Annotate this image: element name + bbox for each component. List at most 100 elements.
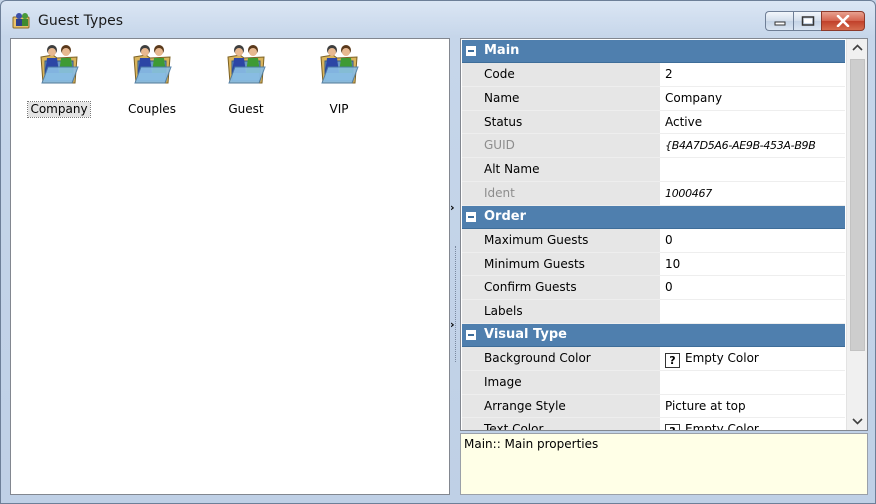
property-row[interactable]: Text Color? Empty Color (462, 418, 845, 430)
property-value-text: Empty Color (685, 422, 759, 430)
property-value[interactable] (661, 370, 845, 394)
property-row[interactable]: GUID {B4A7D5A6-AE9B-453A-B9B (462, 134, 845, 159)
guest-type-label: VIP (329, 102, 349, 116)
maximize-icon (801, 16, 814, 26)
color-picker-icon[interactable]: ? (665, 352, 680, 368)
guest-type-icon (132, 43, 172, 85)
property-row[interactable]: Background Color? Empty Color (462, 346, 845, 371)
property-value[interactable]: Company (661, 86, 845, 110)
scroll-thumb[interactable] (850, 59, 865, 351)
property-value: {B4A7D5A6-AE9B-453A-B9B (661, 134, 845, 158)
minimize-icon (774, 21, 785, 26)
guest-type-label: Company (27, 101, 91, 118)
property-name: GUID (482, 134, 661, 158)
property-value[interactable]: Picture at top (661, 394, 845, 418)
maximize-button[interactable] (793, 11, 821, 31)
property-row[interactable]: Image (462, 370, 845, 395)
category-label: Main (484, 43, 520, 58)
property-value-text: Empty Color (685, 350, 759, 365)
property-name: Alt Name (482, 158, 661, 181)
property-name: Maximum Guests (482, 228, 661, 252)
property-value[interactable]: 10 (661, 252, 845, 276)
guest-type-item[interactable]: Company (24, 43, 94, 118)
splitter-arrow-icon[interactable]: › (450, 201, 458, 215)
property-name: Labels (482, 300, 661, 323)
row-gutter (462, 134, 482, 158)
property-row[interactable]: Maximum Guests 0 (462, 228, 845, 253)
property-name: Arrange Style (482, 394, 661, 418)
property-row[interactable]: Code 2 (462, 63, 845, 87)
property-grid-scrollbar[interactable] (846, 39, 867, 430)
property-row[interactable]: Confirm Guests 0 (462, 276, 845, 301)
color-picker-icon[interactable]: ? (665, 424, 680, 430)
property-name: Status (482, 110, 661, 134)
row-gutter (462, 276, 482, 300)
close-button[interactable] (821, 11, 865, 31)
property-name: Ident (482, 181, 661, 205)
guest-types-window: Guest Types Company Couples Guest VIP › … (0, 0, 876, 504)
property-name: Image (482, 370, 661, 394)
property-row[interactable]: Arrange Style Picture at top (462, 394, 845, 419)
property-grid-rows: Main Code 2 Name Company Status Active GUID {B4A… (462, 40, 845, 430)
property-row[interactable]: Alt Name (462, 158, 845, 182)
minimize-button[interactable] (765, 11, 793, 31)
title-bar[interactable]: Guest Types (1, 1, 875, 37)
property-name: Name (482, 86, 661, 110)
caption-buttons (765, 11, 865, 33)
guest-type-icon (39, 43, 79, 85)
row-gutter (462, 300, 482, 323)
property-value[interactable]: 0 (661, 276, 845, 300)
property-value[interactable]: 0 (661, 228, 845, 252)
category-row[interactable]: Visual Type (462, 323, 845, 347)
row-gutter (462, 63, 482, 86)
row-gutter (462, 181, 482, 205)
splitter-arrow-icon[interactable]: › (450, 318, 458, 332)
property-grid: Main Code 2 Name Company Status Active GUID {B4A… (460, 38, 868, 431)
guest-type-list[interactable]: Company Couples Guest VIP (10, 38, 450, 495)
row-gutter (462, 346, 482, 370)
collapse-icon[interactable] (466, 329, 476, 340)
property-row[interactable]: Ident 1000467 (462, 181, 845, 206)
collapse-icon[interactable] (466, 46, 476, 56)
property-row[interactable]: Minimum Guests 10 (462, 252, 845, 277)
property-value[interactable] (661, 158, 845, 181)
pane-splitter[interactable]: › › (450, 38, 460, 495)
category-label: Visual Type (484, 326, 567, 342)
category-label: Order (484, 208, 526, 224)
row-gutter (462, 228, 482, 252)
property-value[interactable] (661, 300, 845, 323)
guest-type-icon (226, 43, 266, 85)
description-text: Main:: Main properties (464, 437, 599, 451)
scroll-down-button[interactable] (847, 412, 867, 430)
property-value[interactable]: 2 (661, 63, 845, 86)
property-name: Confirm Guests (482, 276, 661, 300)
category-row[interactable]: Main (462, 40, 845, 63)
row-gutter (462, 158, 482, 181)
property-value[interactable]: ? Empty Color (661, 346, 845, 370)
guest-type-label: Guest (228, 102, 264, 116)
property-name: Background Color (482, 346, 661, 370)
chevron-down-icon (852, 418, 863, 425)
window-title: Guest Types (38, 13, 124, 29)
scroll-up-button[interactable] (847, 39, 867, 57)
row-gutter (462, 252, 482, 276)
property-value[interactable]: Active (661, 110, 845, 134)
row-gutter (462, 370, 482, 394)
close-icon (836, 15, 850, 27)
property-description: Main:: Main properties (460, 433, 868, 495)
guest-type-item[interactable]: Couples (117, 43, 187, 117)
property-name: Text Color (482, 418, 661, 430)
row-gutter (462, 418, 482, 430)
guest-type-icon (319, 43, 359, 85)
guest-type-item[interactable]: Guest (211, 43, 281, 117)
property-row[interactable]: Labels (462, 300, 845, 324)
property-name: Minimum Guests (482, 252, 661, 276)
property-row[interactable]: Name Company (462, 86, 845, 111)
collapse-icon[interactable] (466, 211, 476, 222)
property-value[interactable]: ? Empty Color (661, 418, 845, 430)
chevron-up-icon (852, 44, 863, 51)
property-row[interactable]: Status Active (462, 110, 845, 135)
guest-type-item[interactable]: VIP (304, 43, 374, 117)
category-row[interactable]: Order (462, 205, 845, 229)
row-gutter (462, 86, 482, 110)
